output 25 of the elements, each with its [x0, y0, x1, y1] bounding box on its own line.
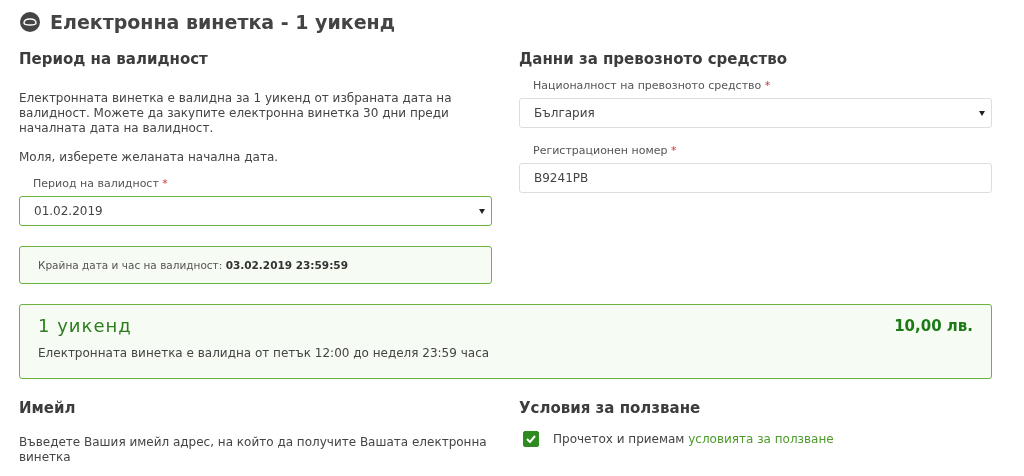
description-text: Електронната винетка е валидна за 1 уикенд от избраната дата на валидност. Можете да закупите електронна винетка 30 дни преди началната дата на валидност.: [19, 91, 453, 136]
section-heading: Данни за превозното средство: [519, 50, 788, 70]
date-select[interactable]: 01.02.2019: [19, 196, 492, 226]
summary-note: Електронната винетка е валидна от петък 12:00 до неделя 23:59 часа: [38, 346, 491, 361]
field-label: Период на валидност *: [32, 177, 169, 190]
registration-input-field[interactable]: В9241РВ: [519, 163, 992, 193]
email-description: Въведете Вашия имейл адрес, на който да получите Вашата електронна винетка: [19, 435, 488, 465]
field-label: Регистрационен номер *: [532, 144, 678, 157]
price-text: 10,00 лв.: [894, 316, 973, 335]
section-heading: Период на валидност: [19, 50, 209, 70]
car-icon: [20, 12, 40, 32]
terms-link[interactable]: условията за ползване: [688, 432, 834, 446]
section-heading: Имейл: [19, 399, 77, 419]
prompt-text: Моля, изберете желаната начална дата.: [19, 150, 280, 165]
section-heading: Условия за ползване: [519, 399, 702, 419]
page-title: Електронна винетка - 1 уикенд: [50, 11, 395, 33]
terms-checkbox[interactable]: [523, 431, 539, 447]
caret-icon: [479, 208, 485, 214]
country-select[interactable]: България: [519, 98, 992, 128]
field-label: Националност на превозното средство *: [532, 79, 772, 92]
end-date-info: Крайна дата и час на валидност: 03.02.2019 23:59:59: [19, 246, 492, 284]
check-icon: [526, 435, 536, 443]
caret-icon: [979, 110, 985, 116]
terms-text: Прочетох и приемам условията за ползване: [553, 432, 834, 446]
summary-title: 1 уикенд: [38, 315, 132, 336]
